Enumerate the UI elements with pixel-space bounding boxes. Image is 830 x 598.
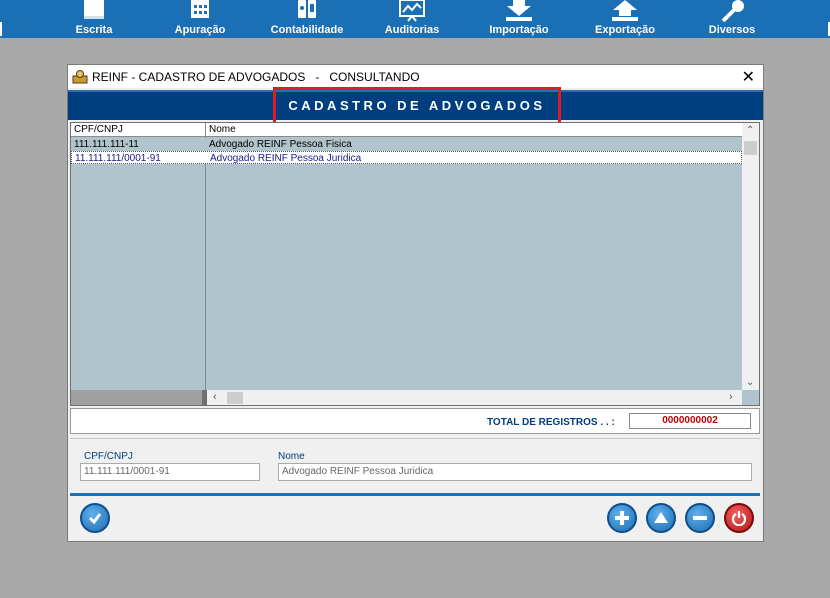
horizontal-scrollbar[interactable]: ‹ › xyxy=(71,390,742,405)
column-header-cpf[interactable]: CPF/CNPJ xyxy=(74,124,123,135)
app-icon xyxy=(72,70,88,84)
total-registros-label: TOTAL DE REGISTROS . . : xyxy=(487,417,615,428)
detail-form: CPF/CNPJ Nome 11.111.111/0001-91 Advogad… xyxy=(70,438,760,486)
check-icon xyxy=(88,513,102,525)
toolbar-importacao-label: Importação xyxy=(489,24,549,36)
exit-button[interactable] xyxy=(724,503,754,533)
cpf-label: CPF/CNPJ xyxy=(84,451,133,462)
toolbar-diversos-label: Diversos xyxy=(708,24,756,36)
table-row-selected[interactable]: 11.111.111/0001-91 Advogado REINF Pessoa… xyxy=(71,151,742,164)
horizontal-scroll-thumb[interactable] xyxy=(227,392,243,404)
banner-title: CADASTRO DE ADVOGADOS xyxy=(288,98,546,113)
scroll-up-icon[interactable]: ⌃ xyxy=(746,125,754,136)
scroll-down-icon[interactable]: ⌄ xyxy=(746,377,754,388)
toolbar-auditorias-label: Auditorias xyxy=(384,24,440,36)
toolbar-importacao-button[interactable]: Importação xyxy=(478,0,560,38)
dialog-titlebar[interactable]: REINF - CADASTRO DE ADVOGADOS - CONSULTA… xyxy=(68,65,763,88)
total-bar: TOTAL DE REGISTROS . . : 0000000002 xyxy=(70,408,760,434)
toolbar-diversos-button[interactable]: Diversos xyxy=(692,0,772,38)
chart-board-icon xyxy=(399,0,425,22)
toolbar-escrita-label: Escrita xyxy=(75,24,113,36)
main-toolbar: Escrita Apuração Contabilidade Auditoria… xyxy=(0,0,830,38)
nome-label: Nome xyxy=(278,451,305,462)
calculator-icon xyxy=(191,0,209,18)
advogados-grid: CPF/CNPJ Nome 111.111.111-11 Advogado RE… xyxy=(70,122,760,406)
cadastro-advogados-dialog: REINF - CADASTRO DE ADVOGADOS - CONSULTA… xyxy=(67,64,764,542)
nome-field[interactable]: Advogado REINF Pessoa Juridica xyxy=(278,463,752,481)
edit-button[interactable] xyxy=(646,503,676,533)
confirm-button[interactable] xyxy=(80,503,110,533)
cell-nome: Advogado REINF Pessoa Juridica xyxy=(210,153,362,164)
dialog-title: REINF - CADASTRO DE ADVOGADOS - CONSULTA… xyxy=(92,70,420,84)
hscroll-frozen-area xyxy=(71,390,205,405)
vertical-scroll-thumb[interactable] xyxy=(744,141,757,155)
hscroll-splitter[interactable] xyxy=(202,390,207,405)
scroll-right-icon[interactable]: › xyxy=(729,391,733,403)
add-button[interactable] xyxy=(607,503,637,533)
toolbar-apuracao-button[interactable]: Apuração xyxy=(160,0,240,38)
accounting-icon xyxy=(298,0,316,18)
upload-icon xyxy=(612,0,638,21)
banner-highlight: CADASTRO DE ADVOGADOS xyxy=(273,87,561,125)
book-icon xyxy=(84,0,104,19)
download-icon xyxy=(506,0,532,21)
vertical-scrollbar[interactable]: ⌃ ⌄ xyxy=(742,123,759,390)
column-header-nome[interactable]: Nome xyxy=(209,124,236,135)
plus-icon xyxy=(615,511,629,525)
toolbar-auditorias-button[interactable]: Auditorias xyxy=(372,0,452,38)
toolbar-exportacao-button[interactable]: Exportação xyxy=(584,0,666,38)
power-icon xyxy=(731,511,747,526)
toolbar-exportacao-label: Exportação xyxy=(595,24,655,36)
toolbar-contabilidade-label: Contabilidade xyxy=(270,24,344,36)
remove-button[interactable] xyxy=(685,503,715,533)
scroll-left-icon[interactable]: ‹ xyxy=(213,391,217,403)
microphone-icon xyxy=(721,0,744,22)
table-row[interactable]: 111.111.111-11 Advogado REINF Pessoa Fis… xyxy=(71,138,742,151)
cell-cpf: 111.111.111-11 xyxy=(74,139,139,150)
triangle-up-icon xyxy=(654,512,668,523)
cell-nome: Advogado REINF Pessoa Fisica xyxy=(209,139,352,150)
toolbar-escrita-button[interactable]: Escrita xyxy=(54,0,134,38)
cell-cpf: 11.111.111/0001-91 xyxy=(75,153,161,164)
toolbar-contabilidade-button[interactable]: Contabilidade xyxy=(262,0,352,38)
cpf-field[interactable]: 11.111.111/0001-91 xyxy=(80,463,260,481)
grid-header: CPF/CNPJ Nome xyxy=(71,123,742,137)
toolbar-edge-left xyxy=(0,22,2,36)
close-icon[interactable]: ✕ xyxy=(742,67,755,87)
total-registros-value: 0000000002 xyxy=(629,413,751,429)
toolbar-apuracao-label: Apuração xyxy=(174,24,226,36)
divider xyxy=(70,493,760,496)
minus-icon xyxy=(693,516,707,520)
